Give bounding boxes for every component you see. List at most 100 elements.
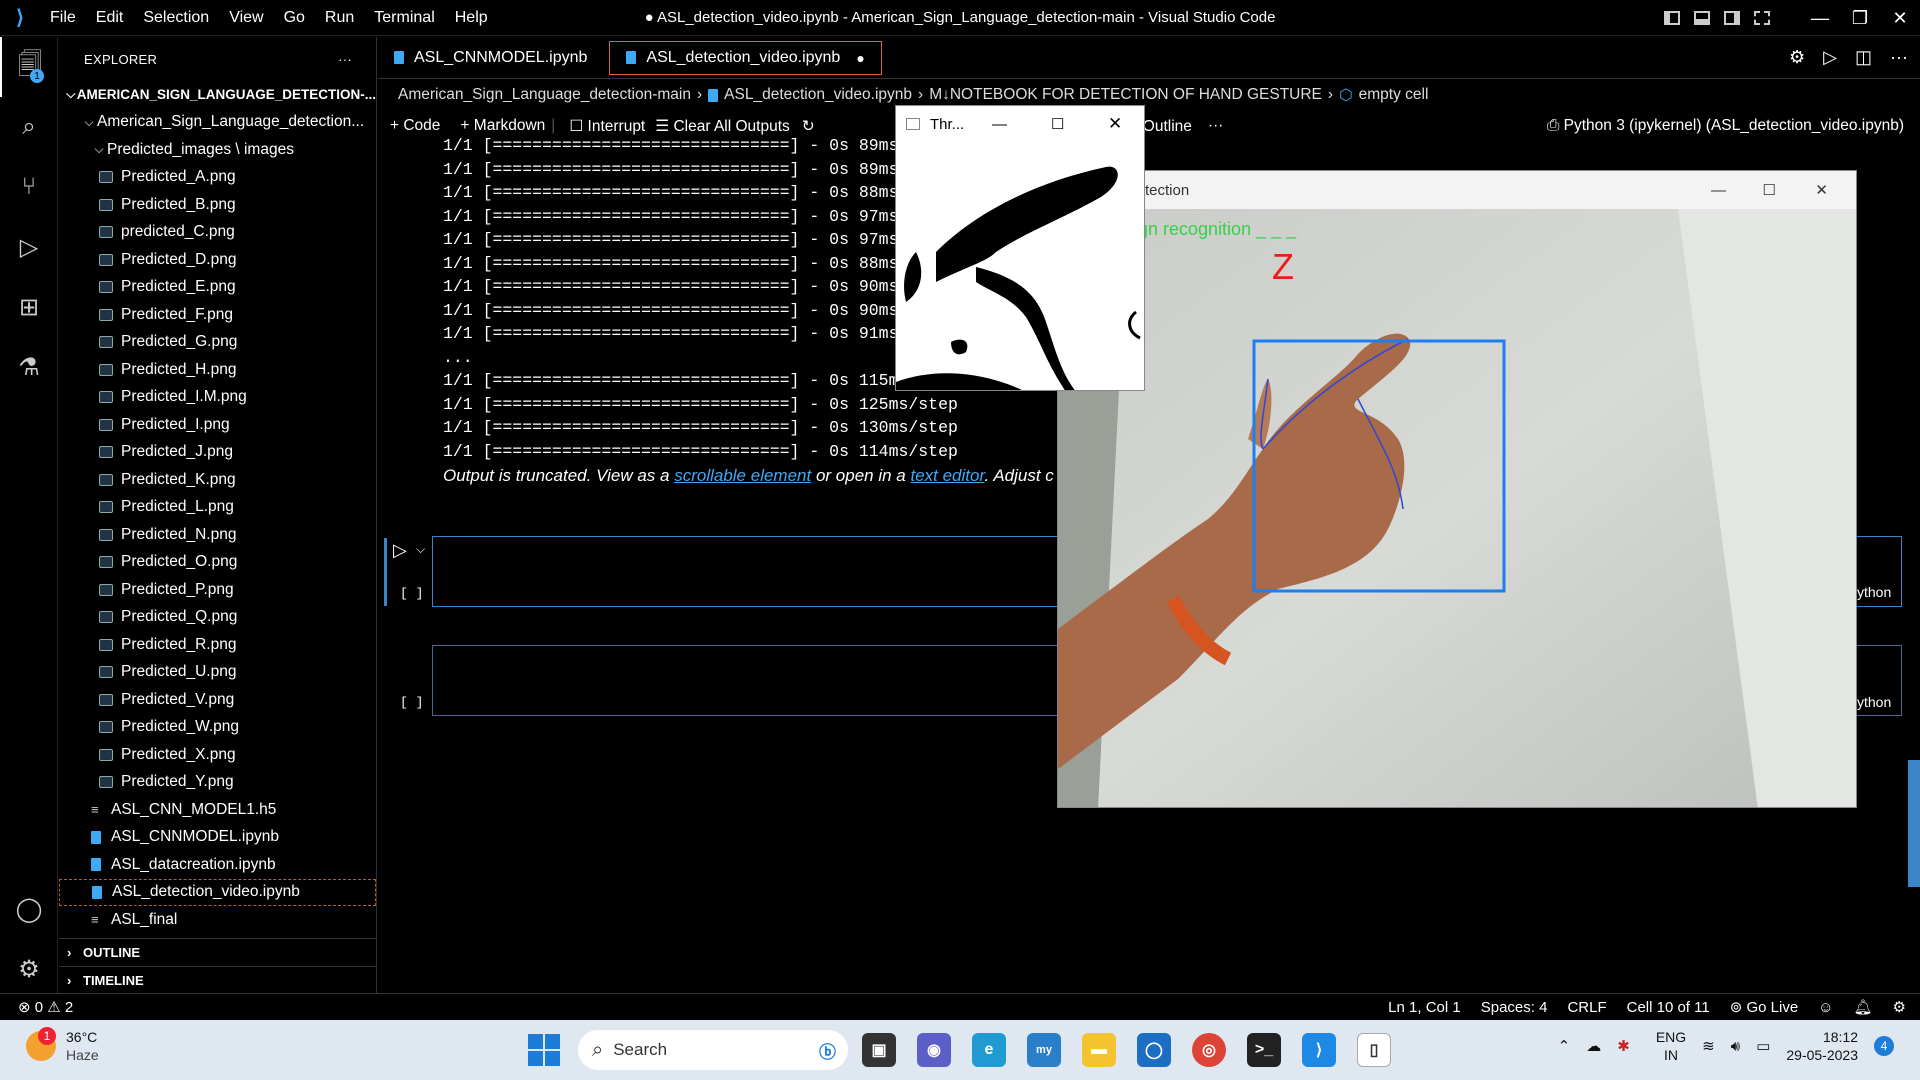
breadcrumb-item[interactable]: M↓NOTEBOOK FOR DETECTION OF HAND GESTURE xyxy=(929,86,1322,104)
menu-help[interactable]: Help xyxy=(445,0,498,36)
restart-icon[interactable]: ↻ xyxy=(802,117,815,136)
add-markdown-button[interactable]: + Markdown xyxy=(460,117,545,135)
tree-image-file[interactable]: Predicted_W.png xyxy=(59,714,376,742)
line-endings[interactable]: CRLF xyxy=(1567,999,1606,1016)
menu-file[interactable]: File xyxy=(40,0,86,36)
tray-chevron-up-icon[interactable]: ⌃ xyxy=(1558,1037,1571,1055)
tree-root[interactable]: ⌵ AMERICAN_SIGN_LANGUAGE_DETECTION-... xyxy=(59,81,376,109)
notification-count[interactable]: 4 xyxy=(1874,1036,1894,1056)
notepad-icon[interactable]: ▯ xyxy=(1357,1033,1391,1067)
run-cell-icon[interactable]: ▷ xyxy=(393,540,407,561)
app-tray-icon[interactable]: ✱ xyxy=(1617,1037,1630,1055)
unsaved-dot-icon[interactable]: ● xyxy=(856,50,864,66)
menu-edit[interactable]: Edit xyxy=(86,0,134,36)
scrollbar-thumb[interactable] xyxy=(1908,760,1920,887)
tree-image-file[interactable]: predicted_C.png xyxy=(59,219,376,247)
tree-image-file[interactable]: Predicted_I.png xyxy=(59,411,376,439)
camera-window-titlebar[interactable]: tection — ☐ ✕ xyxy=(1058,171,1856,209)
tree-image-file[interactable]: Predicted_G.png xyxy=(59,329,376,357)
taskbar-search[interactable]: ⌕ Search ⓑ xyxy=(578,1030,848,1070)
tree-image-file[interactable]: Predicted_B.png xyxy=(59,191,376,219)
breadcrumb-item[interactable]: ASL_detection_video.ipynb xyxy=(724,86,912,104)
minimize-icon[interactable]: — xyxy=(1711,182,1726,199)
terminal-icon[interactable]: >_ xyxy=(1247,1033,1281,1067)
mysql-icon[interactable]: my xyxy=(1027,1033,1061,1067)
tree-image-file[interactable]: Predicted_I.M.png xyxy=(59,384,376,412)
tree-image-file[interactable]: Predicted_L.png xyxy=(59,494,376,522)
text-editor-link[interactable]: text editor xyxy=(910,466,984,485)
wifi-icon[interactable]: ≋ xyxy=(1702,1037,1715,1055)
maximize-icon[interactable]: ☐ xyxy=(1051,115,1064,133)
explorer-icon[interactable]: 🗐 1 xyxy=(0,37,58,97)
testing-icon[interactable]: ⚗ xyxy=(0,337,58,397)
weather-widget[interactable]: 1 36°C Haze xyxy=(26,1027,99,1064)
language-indicator[interactable]: ENG IN xyxy=(1656,1028,1686,1064)
tree-image-file[interactable]: Predicted_J.png xyxy=(59,439,376,467)
clock[interactable]: 18:12 29-05-2023 xyxy=(1786,1028,1858,1064)
cortana-icon[interactable]: ◯ xyxy=(1137,1033,1171,1067)
tree-subfolder[interactable]: ⌵ Predicted_images \ images xyxy=(59,136,376,164)
search-icon[interactable]: ⌕ xyxy=(0,97,58,157)
tree-file[interactable]: ≡ ASL_CNN_MODEL1.h5 xyxy=(59,796,376,824)
breadcrumb-item[interactable]: American_Sign_Language_detection-main xyxy=(398,86,691,104)
cell-language-label[interactable]: ython xyxy=(1857,694,1891,710)
cell-run-dropdown-icon[interactable]: ⌵ xyxy=(416,542,425,557)
tree-image-file[interactable]: Predicted_O.png xyxy=(59,549,376,577)
close-icon[interactable]: ✕ xyxy=(1108,114,1122,134)
tree-image-file[interactable]: Predicted_H.png xyxy=(59,356,376,384)
accounts-icon[interactable]: ◯ xyxy=(0,879,58,939)
start-button[interactable] xyxy=(528,1034,560,1066)
add-code-button[interactable]: + Code xyxy=(390,117,440,135)
onedrive-icon[interactable]: ☁ xyxy=(1586,1037,1601,1055)
customize-layout-icon[interactable] xyxy=(1754,11,1770,25)
menu-selection[interactable]: Selection xyxy=(133,0,219,36)
breadcrumb-item[interactable]: empty cell xyxy=(1359,86,1429,104)
tree-file[interactable]: ASL_datacreation.ipynb xyxy=(59,851,376,879)
close-icon[interactable]: ✕ xyxy=(1815,181,1828,199)
tree-image-file[interactable]: Predicted_Q.png xyxy=(59,604,376,632)
cell-indicator[interactable]: Cell 10 of 11 xyxy=(1627,999,1710,1016)
minimize-icon[interactable]: — xyxy=(1800,8,1840,29)
interrupt-button[interactable]: ☐ Interrupt xyxy=(569,117,645,136)
menu-terminal[interactable]: Terminal xyxy=(364,0,444,36)
close-icon[interactable]: ✕ xyxy=(1880,8,1920,29)
settings-gear-icon[interactable]: ⚙ xyxy=(1789,47,1805,68)
toolbar-more-icon[interactable]: ··· xyxy=(1208,117,1224,135)
tree-image-file[interactable]: Predicted_F.png xyxy=(59,301,376,329)
volume-icon[interactable]: 🔊︎ xyxy=(1731,1038,1740,1055)
tree-folder[interactable]: ⌵ American_Sign_Language_detection... xyxy=(59,109,376,137)
chrome-icon[interactable]: ◎ xyxy=(1192,1033,1226,1067)
more-actions-icon[interactable]: ··· xyxy=(1890,47,1908,68)
explorer-more-button[interactable]: ··· xyxy=(338,52,352,67)
battery-icon[interactable]: ▭ xyxy=(1756,1037,1770,1055)
tree-image-file[interactable]: Predicted_U.png xyxy=(59,659,376,687)
feedback-icon[interactable]: ☺ xyxy=(1818,999,1833,1016)
edge-icon[interactable]: e xyxy=(972,1033,1006,1067)
tree-image-file[interactable]: Predicted_D.png xyxy=(59,246,376,274)
split-editor-icon[interactable]: ◫ xyxy=(1855,47,1872,68)
tree-file[interactable]: ASL_CNNMODEL.ipynb xyxy=(59,824,376,852)
extensions-icon[interactable]: ⊞ xyxy=(0,277,58,337)
tree-image-file[interactable]: Predicted_V.png xyxy=(59,686,376,714)
cell-language-label[interactable]: ython xyxy=(1857,584,1891,600)
tree-image-file[interactable]: Predicted_P.png xyxy=(59,576,376,604)
task-view-icon[interactable]: ▣ xyxy=(862,1033,896,1067)
maximize-icon[interactable]: ☐ xyxy=(1763,181,1776,199)
tree-image-file[interactable]: Predicted_Y.png xyxy=(59,769,376,797)
tree-image-file[interactable]: Predicted_N.png xyxy=(59,521,376,549)
menu-run[interactable]: Run xyxy=(315,0,364,36)
run-debug-icon[interactable]: ▷ xyxy=(0,217,58,277)
indentation[interactable]: Spaces: 4 xyxy=(1481,999,1548,1016)
tree-image-file[interactable]: Predicted_X.png xyxy=(59,741,376,769)
minimize-icon[interactable]: — xyxy=(992,116,1007,133)
tree-image-file[interactable]: Predicted_R.png xyxy=(59,631,376,659)
go-live-button[interactable]: ⊚ Go Live xyxy=(1730,998,1798,1016)
problems-indicator[interactable]: ⊗ 0 ⚠ 2 xyxy=(18,998,73,1016)
tree-image-file[interactable]: Predicted_E.png xyxy=(59,274,376,302)
source-control-icon[interactable]: ⑂ xyxy=(0,157,58,217)
toggle-sidebar-icon[interactable] xyxy=(1664,11,1680,25)
tree-file[interactable]: ASL_detection_video.ipynb xyxy=(59,878,376,906)
restore-icon[interactable]: ❐ xyxy=(1840,8,1880,29)
vscode-taskbar-icon[interactable]: ⟩ xyxy=(1302,1033,1336,1067)
settings-gear-icon[interactable]: ⚙ xyxy=(0,939,58,999)
